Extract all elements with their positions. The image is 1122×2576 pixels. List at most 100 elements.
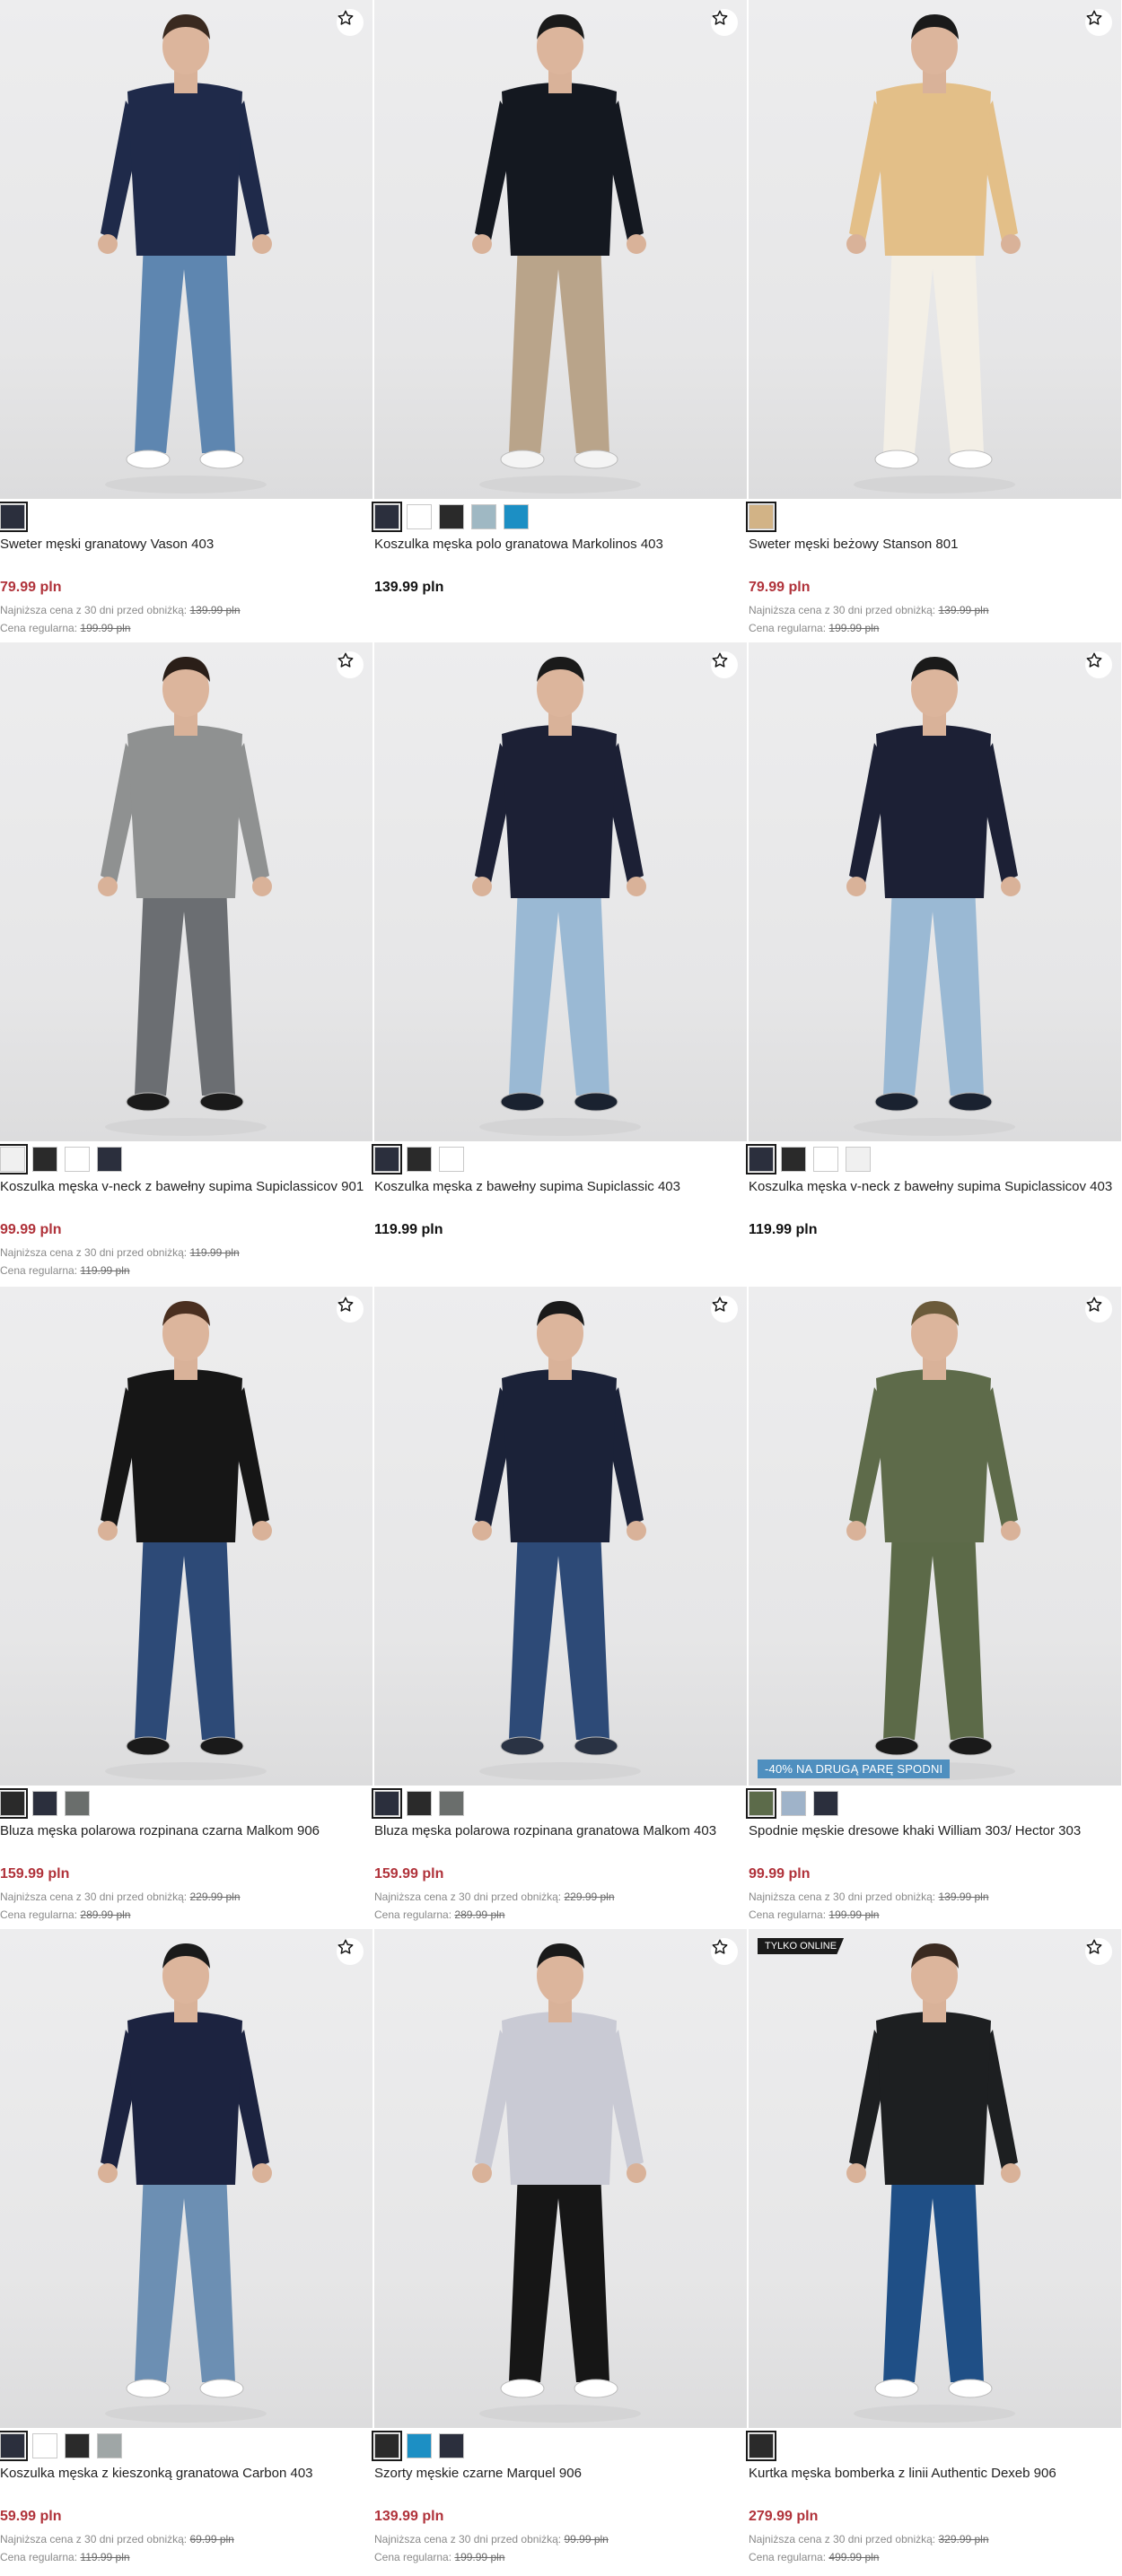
color-swatch[interactable] (504, 504, 529, 529)
regular-price-label: Cena regularna: (0, 1908, 78, 1921)
product-name[interactable]: Spodnie męskie dresowe khaki William 303… (749, 1823, 1081, 1838)
favorite-star-icon[interactable] (711, 1938, 738, 1965)
favorite-star-icon[interactable] (711, 1296, 738, 1323)
product-name[interactable]: Sweter męski beżowy Stanson 801 (749, 537, 958, 552)
regular-price-value: 289.99 pln (454, 1908, 505, 1921)
color-swatch[interactable] (0, 502, 28, 532)
color-swatch[interactable] (372, 2431, 402, 2461)
color-swatch[interactable] (439, 1147, 464, 1172)
product-name[interactable]: Bluza męska polarowa rozpinana granatowa… (374, 1823, 716, 1838)
product-photo[interactable] (374, 0, 747, 499)
color-swatch[interactable] (372, 502, 402, 532)
product-card[interactable]: Szorty męskie czarne Marquel 906 139.99 p… (372, 1929, 747, 2572)
lowest-price-info: Najniższa cena z 30 dni przed obniżką: 6… (0, 2533, 234, 2545)
color-swatch[interactable] (813, 1791, 838, 1816)
color-swatch[interactable] (97, 1147, 122, 1172)
color-swatch[interactable] (781, 1147, 806, 1172)
lowest-price-info: Najniższa cena z 30 dni przed obniżką: 1… (0, 604, 241, 616)
product-card[interactable]: Koszulka męska polo granatowa Markolinos… (372, 0, 747, 643)
color-swatch[interactable] (372, 1788, 402, 1819)
color-swatch[interactable] (746, 502, 776, 532)
color-swatch[interactable] (407, 504, 432, 529)
lowest-price-value: 229.99 pln (564, 1891, 615, 1903)
product-photo[interactable] (374, 1287, 747, 1786)
color-swatch[interactable] (439, 1791, 464, 1816)
favorite-star-icon[interactable] (337, 651, 364, 678)
color-swatch[interactable] (471, 504, 496, 529)
product-card[interactable]: Sweter męski granatowy Vason 403 79.99 pl… (0, 0, 373, 643)
color-swatch[interactable] (407, 1791, 432, 1816)
product-photo[interactable] (0, 1287, 373, 1786)
color-swatch[interactable] (65, 1147, 90, 1172)
lowest-price-value: 139.99 pln (189, 604, 241, 616)
product-photo[interactable] (0, 1929, 373, 2428)
product-photo[interactable]: -40% NA DRUGĄ PARĘ SPODNI (749, 1287, 1121, 1786)
product-card[interactable]: TYLKO ONLINE Kurtka męska bomberka z lini… (746, 1929, 1121, 2572)
product-name[interactable]: Koszulka męska polo granatowa Markolinos… (374, 537, 663, 552)
regular-price-info: Cena regularna: 119.99 pln (0, 2551, 130, 2563)
color-swatches (746, 502, 776, 532)
regular-price-value: 499.99 pln (828, 2551, 880, 2563)
favorite-star-icon[interactable] (711, 651, 738, 678)
product-price: 79.99 pln (749, 580, 811, 595)
product-photo[interactable] (749, 642, 1121, 1141)
color-swatch[interactable] (781, 1791, 806, 1816)
color-swatch[interactable] (0, 1788, 28, 1819)
favorite-star-icon[interactable] (1085, 9, 1112, 36)
regular-price-info: Cena regularna: 199.99 pln (749, 622, 879, 634)
product-name[interactable]: Koszulka męska z kieszonką granatowa Car… (0, 2466, 313, 2481)
color-swatch[interactable] (439, 504, 464, 529)
color-swatch[interactable] (372, 1144, 402, 1174)
color-swatch[interactable] (746, 2431, 776, 2461)
product-card[interactable]: Koszulka męska z kieszonką granatowa Car… (0, 1929, 373, 2572)
product-price: 79.99 pln (0, 580, 62, 595)
lowest-price-info: Najniższa cena z 30 dni przed obniżką: 1… (0, 1246, 240, 1259)
color-swatch[interactable] (746, 1144, 776, 1174)
color-swatch[interactable] (0, 2431, 28, 2461)
product-name[interactable]: Koszulka męska v-neck z bawełny supima S… (0, 1179, 364, 1194)
product-name[interactable]: Kurtka męska bomberka z linii Authentic … (749, 2466, 1056, 2481)
color-swatch[interactable] (407, 1147, 432, 1172)
product-photo[interactable] (749, 0, 1121, 499)
regular-price-value: 199.99 pln (80, 622, 131, 634)
color-swatch[interactable] (813, 1147, 838, 1172)
color-swatch[interactable] (97, 2433, 122, 2458)
favorite-star-icon[interactable] (337, 9, 364, 36)
lowest-price-value: 329.99 pln (938, 2533, 989, 2545)
color-swatch[interactable] (407, 2433, 432, 2458)
product-photo[interactable] (0, 0, 373, 499)
favorite-star-icon[interactable] (1085, 1296, 1112, 1323)
product-card[interactable]: Koszulka męska z bawełny supima Supiclas… (372, 642, 747, 1286)
color-swatch[interactable] (32, 2433, 57, 2458)
color-swatch[interactable] (65, 2433, 90, 2458)
product-photo[interactable]: TYLKO ONLINE (749, 1929, 1121, 2428)
product-name[interactable]: Bluza męska polarowa rozpinana czarna Ma… (0, 1823, 320, 1838)
color-swatch[interactable] (65, 1791, 90, 1816)
product-card[interactable]: Bluza męska polarowa rozpinana granatowa… (372, 1287, 747, 1930)
favorite-star-icon[interactable] (337, 1938, 364, 1965)
product-card[interactable]: Sweter męski beżowy Stanson 801 79.99 pln… (746, 0, 1121, 643)
regular-price-value: 119.99 pln (80, 2551, 130, 2563)
product-photo[interactable] (374, 642, 747, 1141)
lowest-price-label: Najniższa cena z 30 dni przed obniżką: (749, 604, 936, 616)
product-photo[interactable] (374, 1929, 747, 2428)
color-swatch[interactable] (846, 1147, 871, 1172)
color-swatch[interactable] (32, 1791, 57, 1816)
color-swatch[interactable] (439, 2433, 464, 2458)
product-name[interactable]: Sweter męski granatowy Vason 403 (0, 537, 214, 552)
product-card[interactable]: -40% NA DRUGĄ PARĘ SPODNI Spodnie męskie … (746, 1287, 1121, 1930)
product-card[interactable]: Koszulka męska v-neck z bawełny supima S… (0, 642, 373, 1286)
product-name[interactable]: Szorty męskie czarne Marquel 906 (374, 2466, 582, 2481)
product-card[interactable]: Bluza męska polarowa rozpinana czarna Ma… (0, 1287, 373, 1930)
product-name[interactable]: Koszulka męska z bawełny supima Supiclas… (374, 1179, 680, 1194)
color-swatch[interactable] (0, 1144, 28, 1174)
product-name[interactable]: Koszulka męska v-neck z bawełny supima S… (749, 1179, 1112, 1194)
color-swatch[interactable] (32, 1147, 57, 1172)
favorite-star-icon[interactable] (1085, 1938, 1112, 1965)
color-swatch[interactable] (746, 1788, 776, 1819)
product-card[interactable]: Koszulka męska v-neck z bawełny supima S… (746, 642, 1121, 1286)
favorite-star-icon[interactable] (1085, 651, 1112, 678)
favorite-star-icon[interactable] (337, 1296, 364, 1323)
product-photo[interactable] (0, 642, 373, 1141)
favorite-star-icon[interactable] (711, 9, 738, 36)
